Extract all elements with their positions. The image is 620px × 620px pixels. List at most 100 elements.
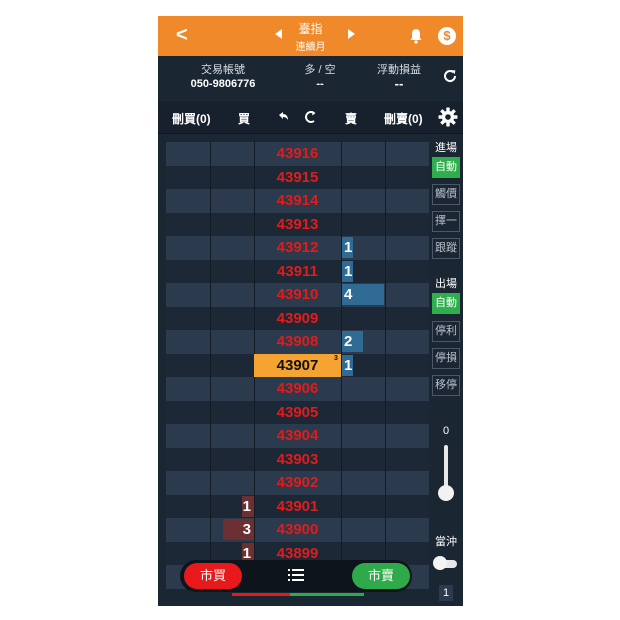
ladder-row[interactable]: 43905 <box>166 400 429 424</box>
column-divider <box>385 212 386 236</box>
stop-loss-button[interactable]: 停損 <box>432 348 460 369</box>
dollar-coin-icon[interactable]: $ <box>438 27 456 45</box>
column-divider <box>210 212 211 236</box>
ladder-row[interactable]: 43916 <box>166 142 429 166</box>
ladder-row[interactable]: 43909 <box>166 306 429 330</box>
exit-label: 出場 <box>435 278 457 290</box>
ladder-row[interactable]: 43900 3 <box>166 518 429 542</box>
sell-depth-bar[interactable]: 1 <box>342 354 353 376</box>
reverse-icon[interactable] <box>303 110 317 124</box>
ladder-price: 43901 <box>276 497 319 515</box>
market-buy-button[interactable]: 市買 <box>184 563 242 589</box>
ladder-row[interactable]: 43904 <box>166 424 429 448</box>
column-divider <box>341 189 342 213</box>
pnl-label: 浮動損益 <box>377 64 421 76</box>
top-bar: < 臺指 連續月 $ <box>158 16 463 56</box>
delete-sell-button[interactable]: 刪賣(0) <box>384 110 423 127</box>
account-label: 交易帳號 <box>201 64 245 76</box>
ladder-price: 43906 <box>276 380 319 397</box>
column-divider <box>341 424 342 448</box>
ladder-row[interactable]: 43903 <box>166 447 429 471</box>
account-info: 交易帳號 050-9806776 多 / 空 -- 浮動損益 -- <box>158 56 463 101</box>
order-options-panel: 進場 自動 觸價 擇一 跟蹤 出場 自動 停利 停損 移停 0 當沖 1 <box>429 135 463 606</box>
exit-auto-button[interactable]: 自動 <box>432 293 460 314</box>
sell-depth-bar[interactable]: 1 <box>342 260 353 282</box>
list-menu-icon[interactable] <box>288 569 304 581</box>
ladder-row[interactable]: 43912 1 <box>166 236 429 260</box>
column-divider <box>210 306 211 330</box>
sell-depth-bar[interactable]: 1 <box>342 237 353 258</box>
ladder-row[interactable]: 43907 3 1 <box>166 353 429 377</box>
column-divider <box>385 447 386 471</box>
price-ladder[interactable]: 43916 43915 43914 43913 43912 1 43911 1 43910 4 43… <box>166 135 429 590</box>
slider-handle[interactable] <box>438 485 454 501</box>
day-trade-toggle[interactable] <box>433 556 457 570</box>
column-divider <box>341 212 342 236</box>
ladder-row[interactable]: 43902 <box>166 471 429 495</box>
next-contract-icon[interactable] <box>348 29 355 39</box>
delete-buy-button[interactable]: 刪買(0) <box>172 110 211 127</box>
touch-price-button[interactable]: 觸價 <box>432 184 460 205</box>
ladder-row[interactable]: 43910 4 <box>166 283 429 307</box>
column-divider <box>341 377 342 401</box>
ladder-row[interactable]: 43906 <box>166 377 429 401</box>
column-divider <box>385 471 386 495</box>
ladder-row[interactable]: 43911 1 <box>166 259 429 283</box>
column-divider <box>210 518 211 542</box>
order-toolbar: 刪買(0) 買 賣 刪賣(0) <box>158 101 463 134</box>
ladder-row[interactable]: 43908 2 <box>166 330 429 354</box>
column-divider <box>385 377 386 401</box>
column-divider <box>385 142 386 166</box>
column-divider <box>385 400 386 424</box>
ladder-price: 43905 <box>276 403 319 421</box>
gear-icon[interactable] <box>438 107 458 127</box>
trailing-button[interactable]: 跟蹤 <box>432 238 460 259</box>
undo-icon[interactable] <box>278 111 290 123</box>
ladder-price: 43913 <box>276 215 319 233</box>
column-divider <box>385 424 386 448</box>
buy-strength-bar <box>232 593 290 596</box>
sell-depth-bar[interactable]: 4 <box>342 284 384 305</box>
column-divider <box>210 353 211 377</box>
column-divider <box>385 236 386 260</box>
ladder-price: 43900 <box>276 521 319 538</box>
ladder-price: 43909 <box>276 309 319 327</box>
ladder-row[interactable]: 43915 <box>166 165 429 189</box>
column-divider <box>385 189 386 213</box>
ladder-price: 43902 <box>276 474 319 491</box>
quantity-value[interactable]: 1 <box>439 585 453 601</box>
ladder-price: 43916 <box>276 145 319 162</box>
column-divider <box>210 377 211 401</box>
ladder-row[interactable]: 43914 <box>166 189 429 213</box>
ladder-price: 43911 <box>277 262 318 280</box>
column-divider <box>210 447 211 471</box>
slider-value: 0 <box>442 425 450 437</box>
bell-icon[interactable] <box>409 28 423 44</box>
column-divider <box>385 259 386 283</box>
ladder-price: 43914 <box>276 192 319 209</box>
day-trade-label: 當沖 <box>435 536 457 548</box>
current-price-marker: 3 <box>334 354 338 362</box>
ladder-price: 43908 <box>276 333 319 350</box>
buy-depth-bar[interactable]: 1 <box>242 495 254 517</box>
ladder-row[interactable]: 43901 1 <box>166 494 429 518</box>
move-stop-button[interactable]: 移停 <box>432 375 460 396</box>
ladder-price: 43915 <box>276 168 319 186</box>
buy-depth-bar[interactable]: 3 <box>222 519 254 540</box>
pick-one-button[interactable]: 擇一 <box>432 211 460 232</box>
market-sell-button[interactable]: 市賣 <box>352 563 410 589</box>
entry-auto-button[interactable]: 自動 <box>432 157 460 178</box>
column-divider <box>385 353 386 377</box>
pnl-value: -- <box>394 76 404 91</box>
column-divider <box>210 330 211 354</box>
sell-strength-bar <box>290 593 364 596</box>
ladder-price: 43904 <box>276 427 319 444</box>
ladder-row[interactable]: 43913 <box>166 212 429 236</box>
column-divider <box>341 494 342 518</box>
column-divider <box>210 400 211 424</box>
refresh-icon[interactable] <box>442 68 458 84</box>
sell-depth-bar[interactable]: 2 <box>342 331 363 352</box>
column-divider <box>210 189 211 213</box>
take-profit-button[interactable]: 停利 <box>432 321 460 342</box>
column-divider <box>341 518 342 542</box>
